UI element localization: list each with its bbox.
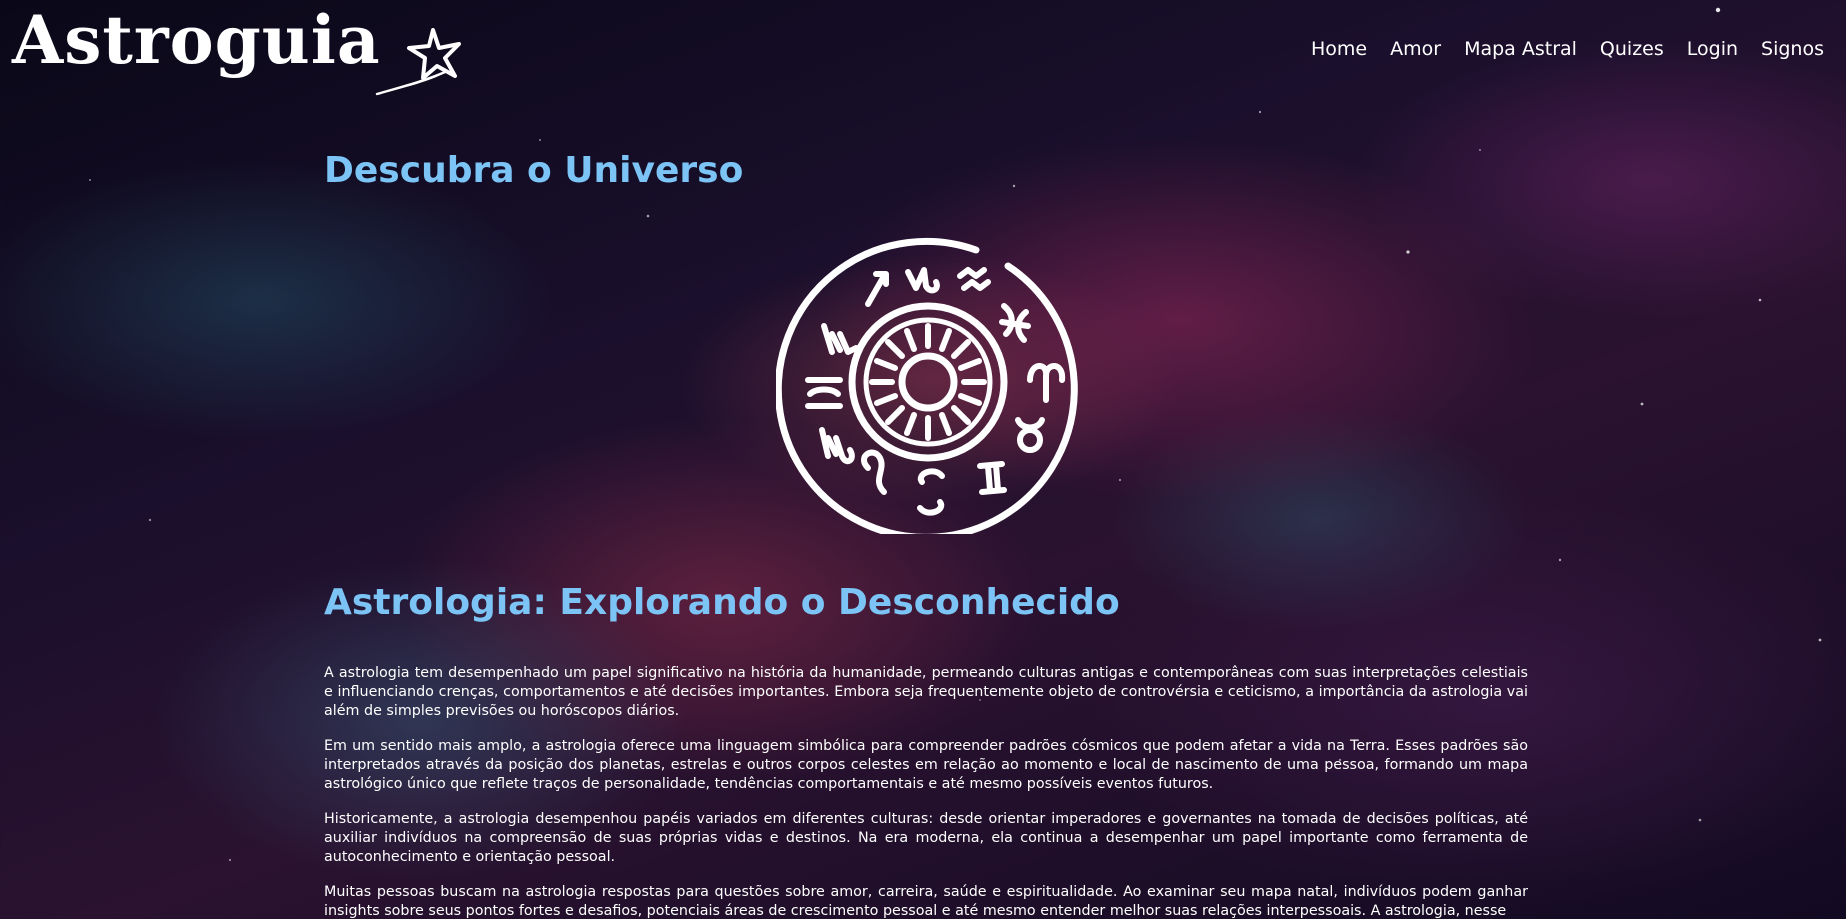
article-body: A astrologia tem desempenhado um papel s…	[324, 664, 1528, 919]
site-header: Astroguia Home Amor Mapa Astral Quizes L…	[0, 0, 1846, 100]
article-paragraph-2: Em um sentido mais amplo, a astrologia o…	[324, 738, 1528, 792]
nav-link-home[interactable]: Home	[1311, 38, 1367, 60]
hero-title: Descubra o Universo	[324, 150, 744, 191]
main-nav: Home Amor Mapa Astral Quizes Login Signo…	[1311, 38, 1824, 60]
nav-link-login[interactable]: Login	[1687, 38, 1738, 60]
nav-link-mapa-astral[interactable]: Mapa Astral	[1464, 38, 1577, 60]
nav-link-amor[interactable]: Amor	[1390, 38, 1441, 60]
article-paragraph-4: Muitas pessoas buscam na astrologia resp…	[324, 884, 1528, 919]
nav-link-quizes[interactable]: Quizes	[1600, 38, 1664, 60]
logo-text: Astroguia	[12, 1, 381, 79]
zodiac-wheel-image	[774, 230, 1080, 541]
shooting-star-icon	[375, 28, 461, 96]
zodiac-wheel-icon	[774, 237, 1078, 541]
article-paragraph-1: A astrologia tem desempenhado um papel s…	[324, 665, 1528, 719]
site-logo[interactable]: Astroguia	[12, 4, 467, 96]
nav-link-signos[interactable]: Signos	[1761, 38, 1824, 60]
main-content: Descubra o Universo Astrologia: Exploran…	[324, 148, 1528, 919]
article-paragraph-3: Historicamente, a astrologia desempenhou…	[324, 811, 1528, 865]
article-title: Astrologia: Explorando o Desconhecido	[324, 582, 1120, 623]
